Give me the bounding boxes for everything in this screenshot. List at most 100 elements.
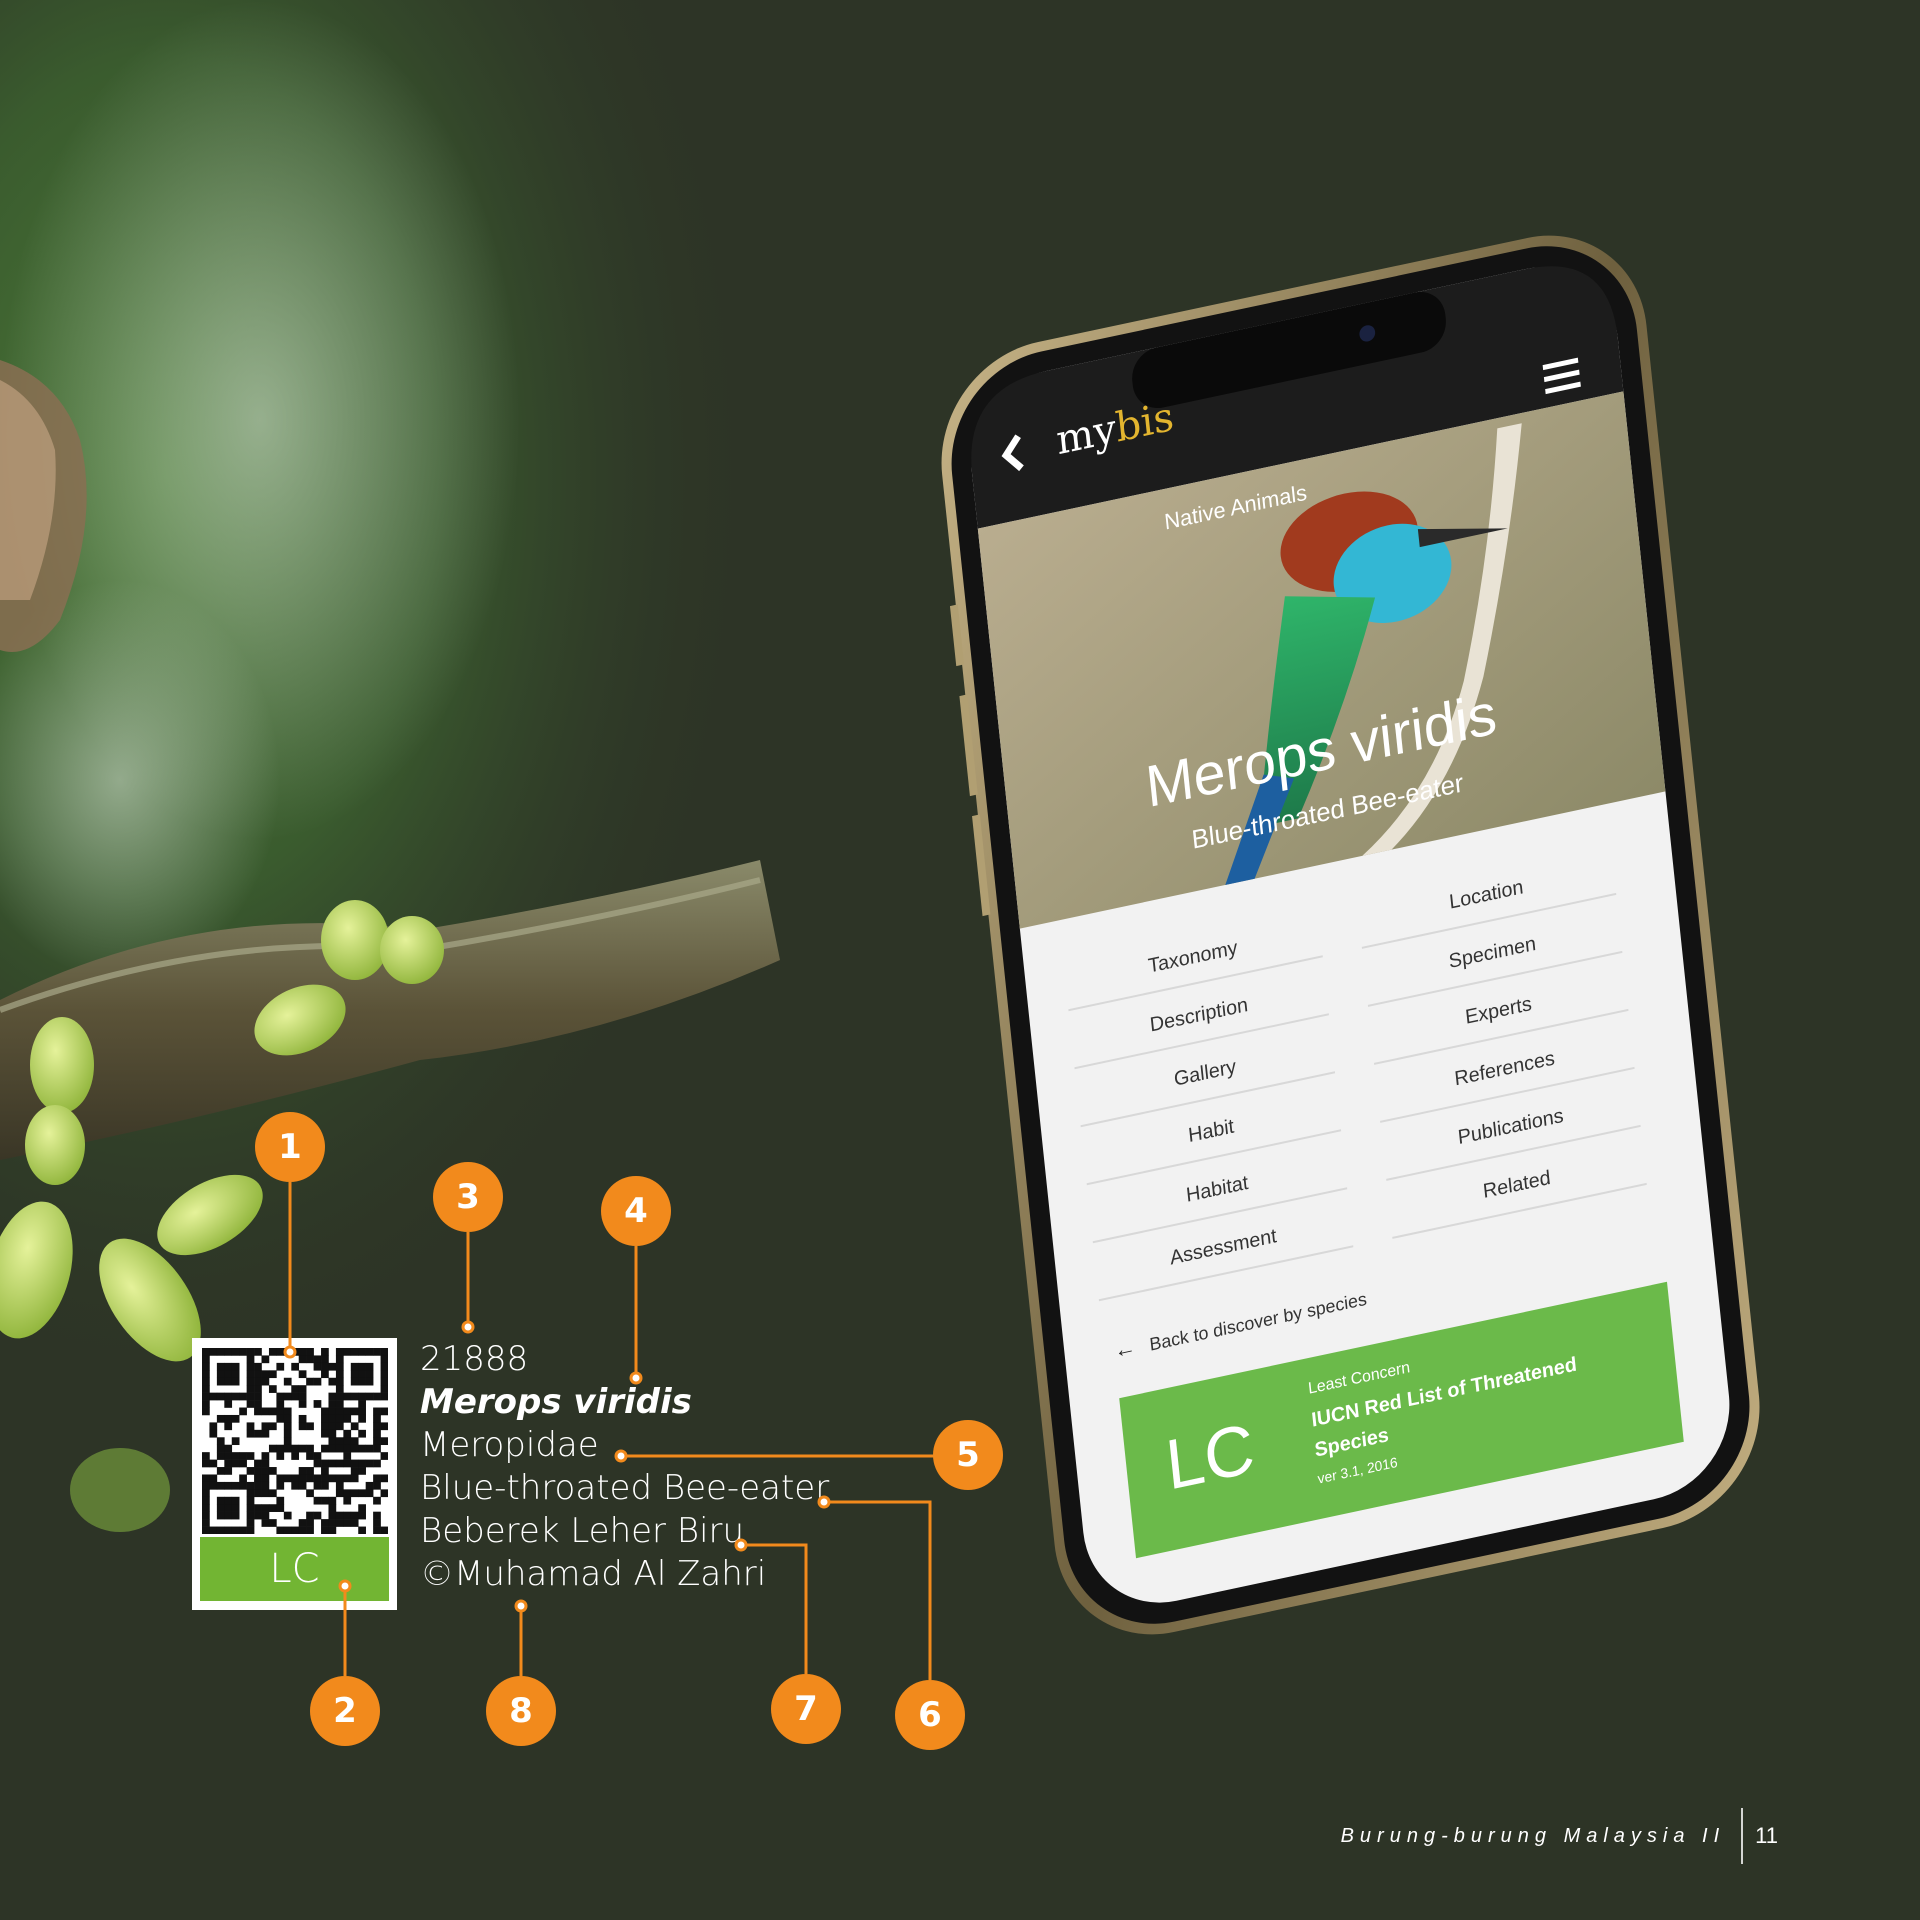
qr-module [365,1348,374,1356]
qr-module [283,1511,292,1520]
qr-module [231,1526,240,1534]
qr-module [373,1474,381,1483]
qr-module [268,1370,277,1379]
qr-module [239,1392,247,1401]
qr-module [246,1511,255,1520]
qr-module [231,1452,240,1460]
qr-module [365,1459,374,1468]
qr-module [202,1400,210,1408]
qr-module [343,1407,352,1416]
qr-module [380,1362,388,1371]
qr-module [373,1496,381,1505]
qr-module [306,1511,314,1520]
qr-module [246,1467,255,1475]
qr-module [313,1362,322,1371]
qr-module [343,1452,352,1460]
qr-module [246,1377,255,1386]
qr-module [283,1414,292,1423]
qr-module [254,1467,262,1475]
qr-module [268,1519,277,1527]
qr-module [343,1444,352,1453]
qr-module [246,1355,255,1364]
family-name: Meropidae [420,1425,599,1465]
qr-module [224,1370,233,1379]
qr-module [298,1392,307,1401]
qr-module [335,1400,344,1408]
qr-module [306,1519,314,1527]
qr-module [239,1348,247,1356]
qr-module [298,1370,307,1379]
qr-module [358,1370,366,1379]
qr-module [246,1496,255,1505]
qr-module [380,1489,388,1498]
qr-module [231,1511,240,1520]
qr-module [291,1526,300,1534]
qr-module [202,1504,210,1512]
qr-module [246,1392,255,1401]
qr-module [321,1362,329,1371]
qr-module [291,1444,300,1453]
qr-module [239,1452,247,1460]
qr-module [313,1452,322,1460]
qr-module [254,1474,262,1483]
qr-module [254,1511,262,1520]
qr-module [328,1511,337,1520]
back-arrow-icon[interactable]: ← [1113,1334,1137,1364]
qr-module [380,1474,388,1483]
qr-module [276,1414,285,1423]
qr-module [254,1459,262,1468]
qr-module [231,1437,240,1446]
qr-module [254,1362,262,1371]
qr-module [335,1444,344,1453]
qr-module [365,1377,374,1386]
qr-module [343,1429,352,1438]
qr-module [380,1407,388,1416]
qr-module [350,1444,359,1453]
qr-module [306,1467,314,1475]
qr-module [358,1489,366,1498]
qr-module [246,1370,255,1379]
qr-module [283,1429,292,1438]
qr-module [254,1481,262,1490]
qr-module [246,1400,255,1408]
callout-marker-2: 2 [310,1676,380,1746]
qr-module [373,1459,381,1468]
page-number: 11 [1755,1823,1778,1848]
qr-module [268,1385,277,1393]
qr-module [246,1504,255,1512]
qr-module [358,1459,366,1468]
qr-module [380,1370,388,1379]
qr-code[interactable] [202,1348,388,1534]
qr-module [254,1489,262,1498]
qr-module [373,1519,381,1527]
qr-module [224,1504,233,1512]
qr-module [276,1362,285,1371]
qr-module [335,1370,344,1379]
qr-module [328,1414,337,1423]
qr-module [350,1422,359,1431]
qr-module [350,1392,359,1401]
qr-module [283,1526,292,1534]
species-info: 21888 Merops viridis Meropidae Blue-thro… [420,1338,829,1596]
qr-module [261,1519,270,1527]
qr-module [216,1452,225,1460]
qr-module [373,1481,381,1490]
malay-name: Beberek Leher Biru [420,1511,745,1551]
qr-module [313,1481,322,1490]
qr-module [224,1400,233,1408]
qr-module [239,1407,247,1416]
qr-module [328,1377,337,1386]
qr-module [321,1474,329,1483]
qr-module [350,1370,359,1379]
qr-module [231,1377,240,1386]
qr-module [268,1467,277,1475]
qr-module [306,1526,314,1534]
qr-module [298,1467,307,1475]
qr-module [216,1467,225,1475]
qr-module [216,1377,225,1386]
qr-module [328,1459,337,1468]
qr-module [202,1348,210,1356]
qr-module [216,1496,225,1505]
qr-module [209,1429,218,1438]
qr-module [216,1444,225,1453]
